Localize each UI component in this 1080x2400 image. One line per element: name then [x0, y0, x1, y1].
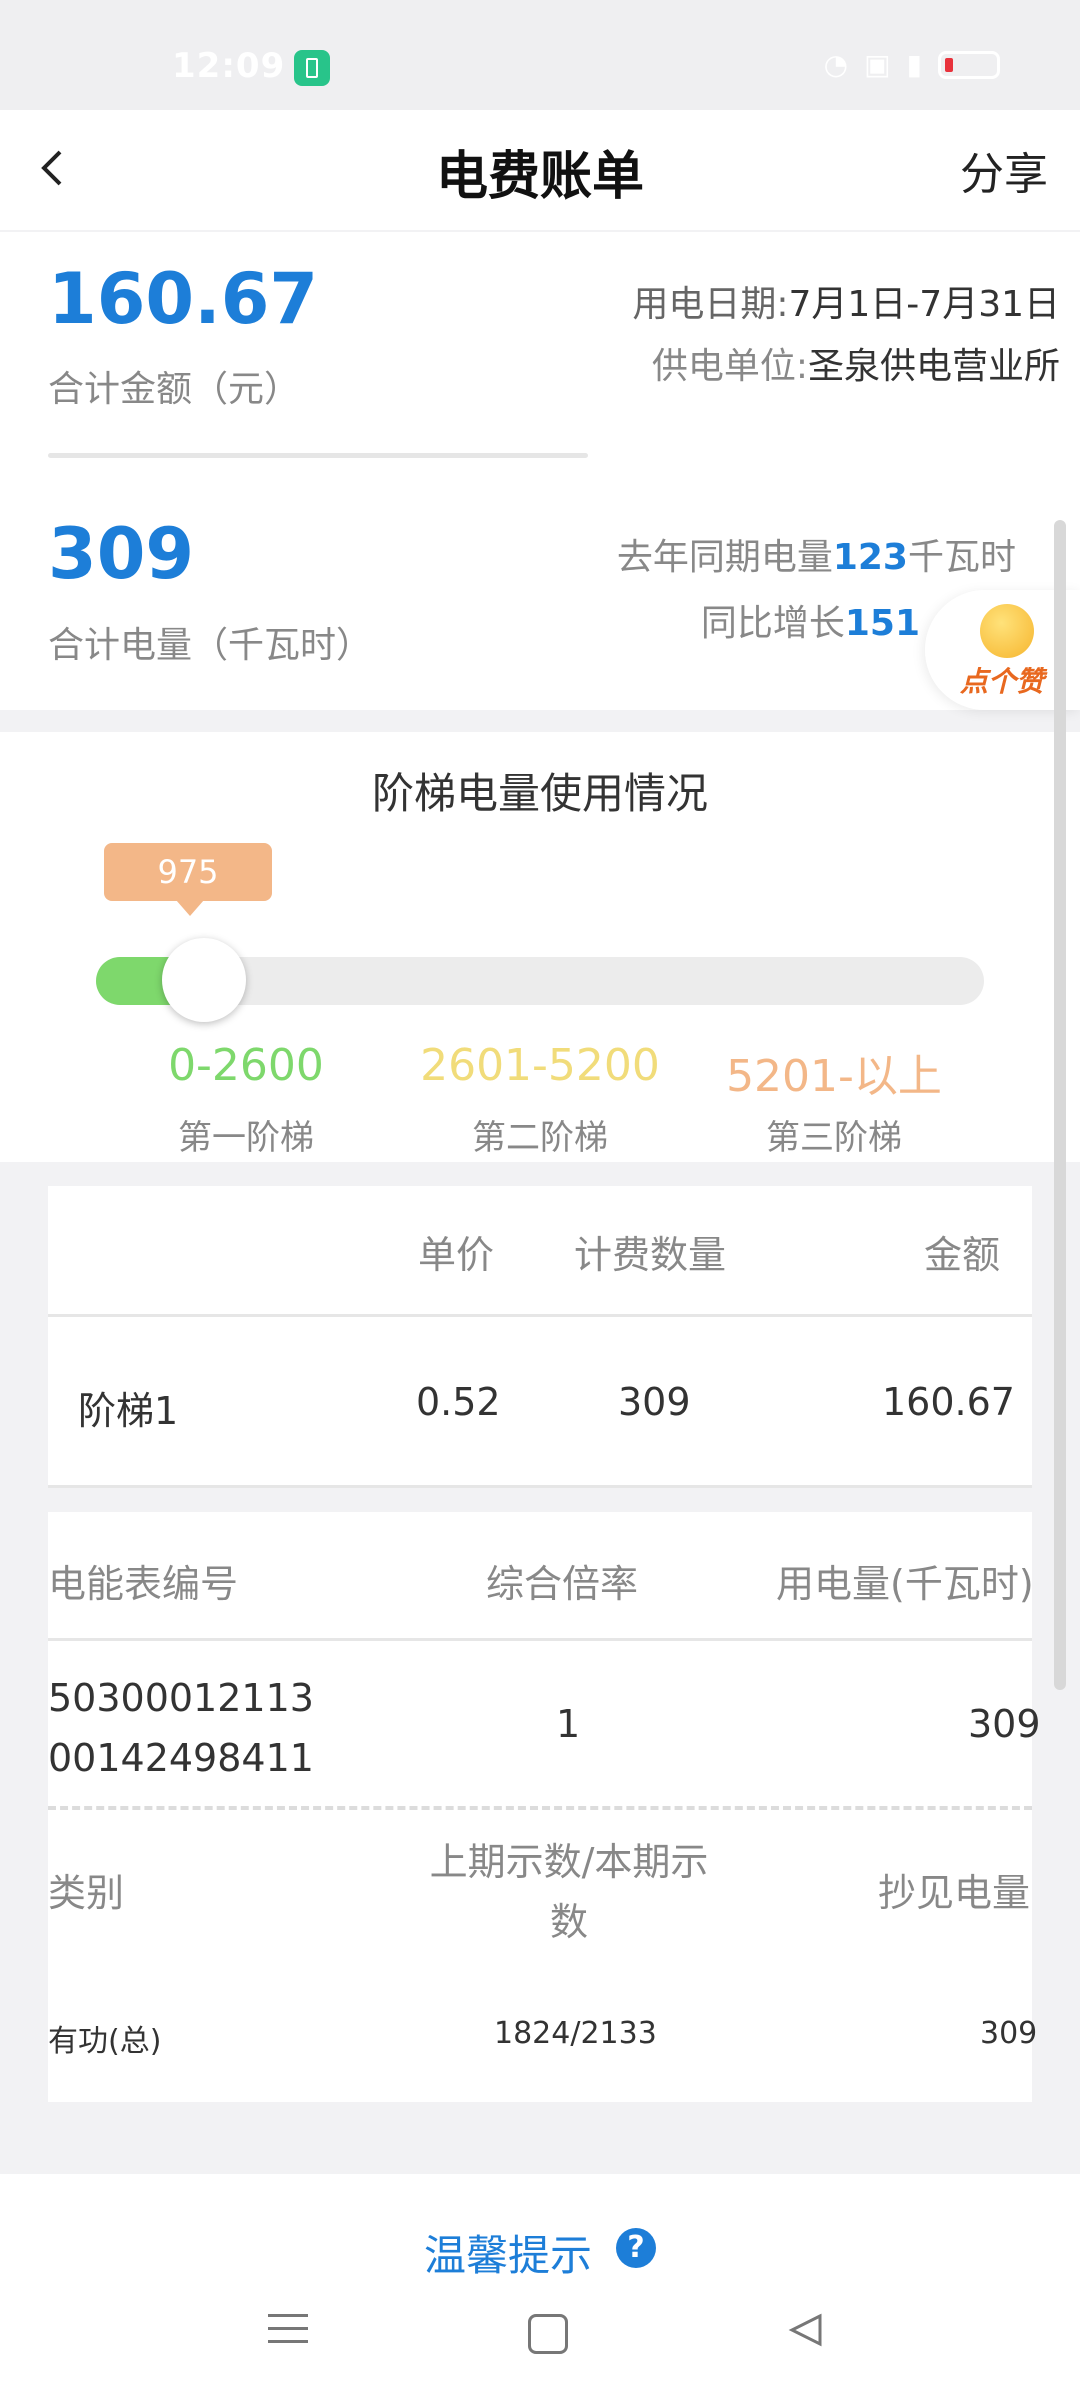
smile-emoji-icon: [980, 604, 1034, 658]
reading-values: 1824/2133: [494, 2016, 657, 2051]
meter-header-usage: 用电量(千瓦时): [776, 1562, 1034, 1606]
tier-1-name: 第一阶梯: [178, 1118, 314, 1158]
supply-org: 供电单位:圣泉供电营业所: [652, 337, 1060, 389]
page-title: 电费账单: [435, 147, 644, 207]
table-divider: [48, 1485, 1032, 1488]
ladder-progress-thumb: [162, 938, 246, 1022]
charging-app-icon: [294, 50, 330, 86]
tier-2-range: 2601-5200: [420, 1040, 660, 1091]
like-label[interactable]: 点个赞: [960, 660, 1044, 700]
bill-table: [48, 1186, 1032, 1486]
yoy-value: 151: [844, 603, 920, 644]
hd-icon: ▣: [864, 48, 891, 81]
status-icons: ◔ ▣ ▮: [824, 48, 1000, 81]
divider: [48, 453, 588, 458]
supply-org-label: 供电单位:: [651, 346, 808, 387]
reading-header-values: 上期示数/本期示数: [429, 1840, 709, 1944]
meter-multiplier: 1: [556, 1702, 581, 1746]
dashed-divider: [48, 1806, 1032, 1810]
bill-header-amount: 金额: [924, 1233, 1001, 1277]
reading-header-usage: 抄见电量: [878, 1871, 1031, 1915]
warm-tip-link[interactable]: 温馨提示: [424, 2222, 592, 2283]
bill-row-tier: 阶梯1: [78, 1389, 179, 1433]
meter-header-number: 电能表编号: [48, 1562, 239, 1606]
share-button[interactable]: 分享: [960, 138, 1048, 202]
tier-3-name: 第三阶梯: [766, 1118, 902, 1158]
tier-2-name: 第二阶梯: [472, 1118, 608, 1158]
meter-number-line-2: 00142498411: [48, 1736, 314, 1780]
yoy-prefix: 同比增长: [700, 603, 845, 644]
nav-menu-button[interactable]: [268, 2314, 308, 2353]
bill-header-price: 单价: [418, 1233, 495, 1277]
meter-number-line-1: 50300012113: [48, 1676, 314, 1720]
meter-usage: 309: [968, 1702, 1041, 1746]
usage-date-value: 7月1日-7月31日: [788, 284, 1060, 325]
tier-3-range: 5201-以上: [726, 1051, 942, 1102]
last-year-prefix: 去年同期电量: [616, 537, 833, 578]
last-year-value: 123: [832, 537, 908, 578]
footer-bar: [0, 2174, 1080, 2400]
usage-date: 用电日期:7月1日-7月31日: [632, 275, 1060, 327]
status-time: 12:09: [172, 46, 286, 86]
reading-header-category: 类别: [48, 1871, 125, 1915]
help-icon[interactable]: ?: [616, 2228, 656, 2268]
scrollbar[interactable]: [1054, 520, 1066, 1690]
signal-icon: ▮: [906, 48, 922, 81]
nav-back-button[interactable]: [786, 2310, 826, 2350]
meter-number: 50300012113 00142498411: [48, 1668, 348, 1788]
total-kwh-label: 合计电量（千瓦时）: [48, 625, 373, 666]
wifi-icon: ◔: [823, 48, 849, 81]
reading-usage: 309: [980, 2016, 1038, 2051]
bill-row-price: 0.52: [416, 1380, 501, 1424]
ladder-title: 阶梯电量使用情况: [371, 769, 708, 818]
total-amount: 160.67: [48, 258, 319, 340]
tooltip-arrow: [176, 900, 204, 916]
last-year-unit: 千瓦时: [907, 537, 1016, 578]
yoy-growth: 同比增长151: [701, 594, 920, 646]
nav-home-button[interactable]: [528, 2314, 568, 2354]
total-kwh: 309: [48, 513, 195, 595]
bill-row-amount: 160.67: [882, 1380, 1015, 1424]
reading-category: 有功(总): [48, 2024, 162, 2059]
table-divider: [48, 1638, 1032, 1641]
last-year-usage: 去年同期电量123千瓦时: [617, 528, 1016, 580]
tier-1-range: 0-2600: [168, 1040, 324, 1091]
usage-marker-tooltip: 975: [104, 843, 272, 901]
supply-org-value: 圣泉供电营业所: [807, 346, 1060, 387]
table-divider: [48, 1314, 1032, 1317]
total-amount-label: 合计金额（元）: [48, 369, 301, 410]
battery-icon: [938, 50, 1000, 79]
usage-date-label: 用电日期:: [632, 284, 789, 325]
bill-header-quantity: 计费数量: [574, 1233, 727, 1277]
bill-row-quantity: 309: [618, 1380, 691, 1424]
meter-header-multiplier: 综合倍率: [486, 1562, 639, 1606]
